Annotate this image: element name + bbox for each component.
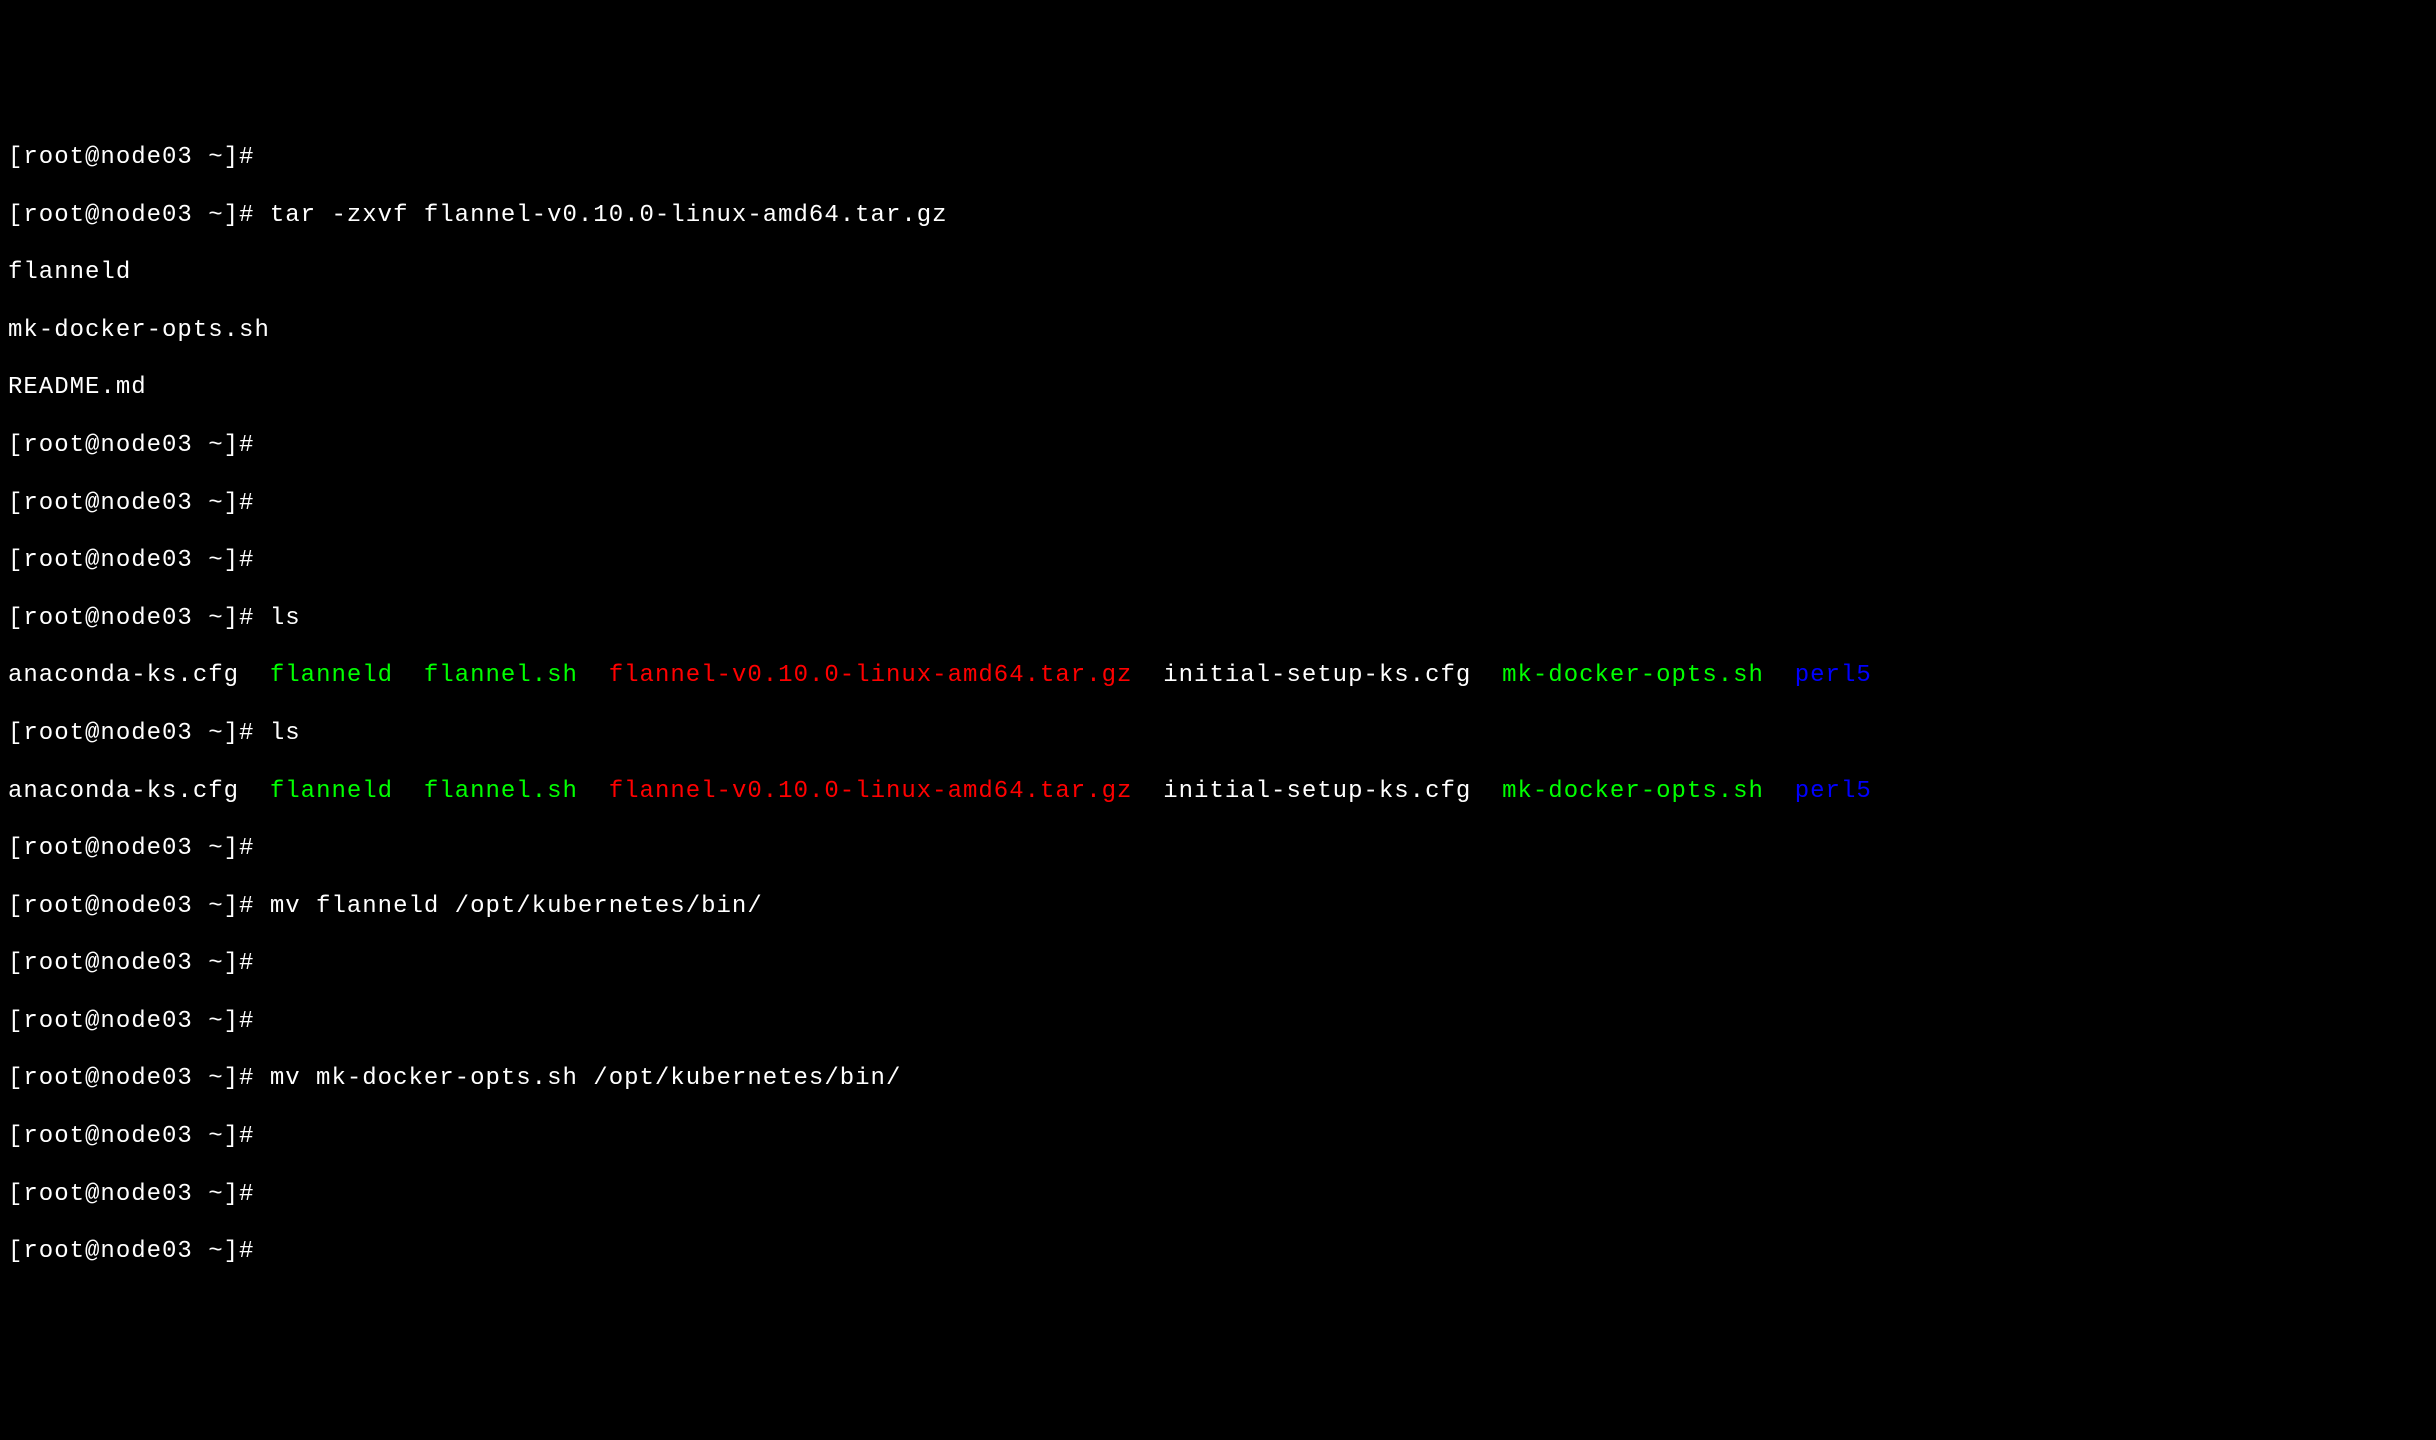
ls-command-line-2: [root@node03 ~]# ls — [8, 720, 2436, 749]
prompt-line: [root@node03 ~]# — [8, 950, 2436, 979]
tar-command: tar -zxvf flannel-v0.10.0-linux-amd64.ta… — [270, 202, 948, 229]
prompt-line: [root@node03 ~]# — [8, 1123, 2436, 1152]
shell-prompt: [root@node03 ~]# — [8, 1181, 254, 1208]
prompt-line: [root@node03 ~]# — [8, 835, 2436, 864]
tar-output-line: README.md — [8, 374, 2436, 403]
ls-file-flanneld: flanneld — [270, 662, 393, 689]
ls-command: ls — [270, 720, 301, 747]
ls-file-perl5: perl5 — [1795, 662, 1872, 689]
shell-prompt: [root@node03 ~]# — [8, 1123, 254, 1150]
ls-command-line: [root@node03 ~]# ls — [8, 605, 2436, 634]
ls-file-initial: initial-setup-ks.cfg — [1163, 662, 1471, 689]
tar-file-2: mk-docker-opts.sh — [8, 317, 270, 344]
ls-command: ls — [270, 605, 301, 632]
terminal-output[interactable]: [root@node03 ~]# [root@node03 ~]# tar -z… — [8, 115, 2436, 1296]
prompt-line: [root@node03 ~]# — [8, 490, 2436, 519]
ls-output-line-1: anaconda-ks.cfg flanneld flannel.sh flan… — [8, 662, 2436, 691]
ls-file-targz: flannel-v0.10.0-linux-amd64.tar.gz — [609, 662, 1133, 689]
shell-prompt: [root@node03 ~]# — [8, 950, 254, 977]
tar-output-line: flanneld — [8, 259, 2436, 288]
ls-file-perl5: perl5 — [1795, 778, 1872, 805]
tar-file-3: README.md — [8, 374, 147, 401]
shell-prompt: [root@node03 ~]# — [8, 144, 254, 171]
ls-output-line-2: anaconda-ks.cfg flanneld flannel.sh flan… — [8, 778, 2436, 807]
shell-prompt: [root@node03 ~]# — [8, 1008, 254, 1035]
mv-command-2: mv mk-docker-opts.sh /opt/kubernetes/bin… — [270, 1065, 902, 1092]
shell-prompt: [root@node03 ~]# — [8, 835, 254, 862]
ls-file-mkdocker: mk-docker-opts.sh — [1502, 662, 1764, 689]
ls-file-initial: initial-setup-ks.cfg — [1163, 778, 1471, 805]
ls-file-flannelsh: flannel.sh — [424, 662, 578, 689]
ls-file-mkdocker: mk-docker-opts.sh — [1502, 778, 1764, 805]
prompt-line: [root@node03 ~]# — [8, 144, 2436, 173]
prompt-line: [root@node03 ~]# — [8, 547, 2436, 576]
tar-file-1: flanneld — [8, 259, 131, 286]
prompt-line: [root@node03 ~]# — [8, 1008, 2436, 1037]
shell-prompt: [root@node03 ~]# — [8, 490, 254, 517]
shell-prompt: [root@node03 ~]# — [8, 547, 254, 574]
ls-file-anaconda: anaconda-ks.cfg — [8, 662, 239, 689]
mv-command-1: mv flanneld /opt/kubernetes/bin/ — [270, 893, 763, 920]
tar-command-line: [root@node03 ~]# tar -zxvf flannel-v0.10… — [8, 202, 2436, 231]
prompt-line: [root@node03 ~]# — [8, 432, 2436, 461]
ls-file-targz: flannel-v0.10.0-linux-amd64.tar.gz — [609, 778, 1133, 805]
shell-prompt: [root@node03 ~]# — [8, 720, 254, 747]
ls-file-anaconda: anaconda-ks.cfg — [8, 778, 239, 805]
shell-prompt: [root@node03 ~]# — [8, 432, 254, 459]
shell-prompt: [root@node03 ~]# — [8, 1065, 254, 1092]
mv-command-line-2: [root@node03 ~]# mv mk-docker-opts.sh /o… — [8, 1065, 2436, 1094]
shell-prompt: [root@node03 ~]# — [8, 202, 254, 229]
shell-prompt: [root@node03 ~]# — [8, 893, 254, 920]
shell-prompt: [root@node03 ~]# — [8, 605, 254, 632]
mv-command-line-1: [root@node03 ~]# mv flanneld /opt/kubern… — [8, 893, 2436, 922]
ls-file-flannelsh: flannel.sh — [424, 778, 578, 805]
shell-prompt: [root@node03 ~]# — [8, 1238, 254, 1265]
tar-output-line: mk-docker-opts.sh — [8, 317, 2436, 346]
prompt-line: [root@node03 ~]# — [8, 1181, 2436, 1210]
ls-file-flanneld: flanneld — [270, 778, 393, 805]
prompt-line: [root@node03 ~]# — [8, 1238, 2436, 1267]
